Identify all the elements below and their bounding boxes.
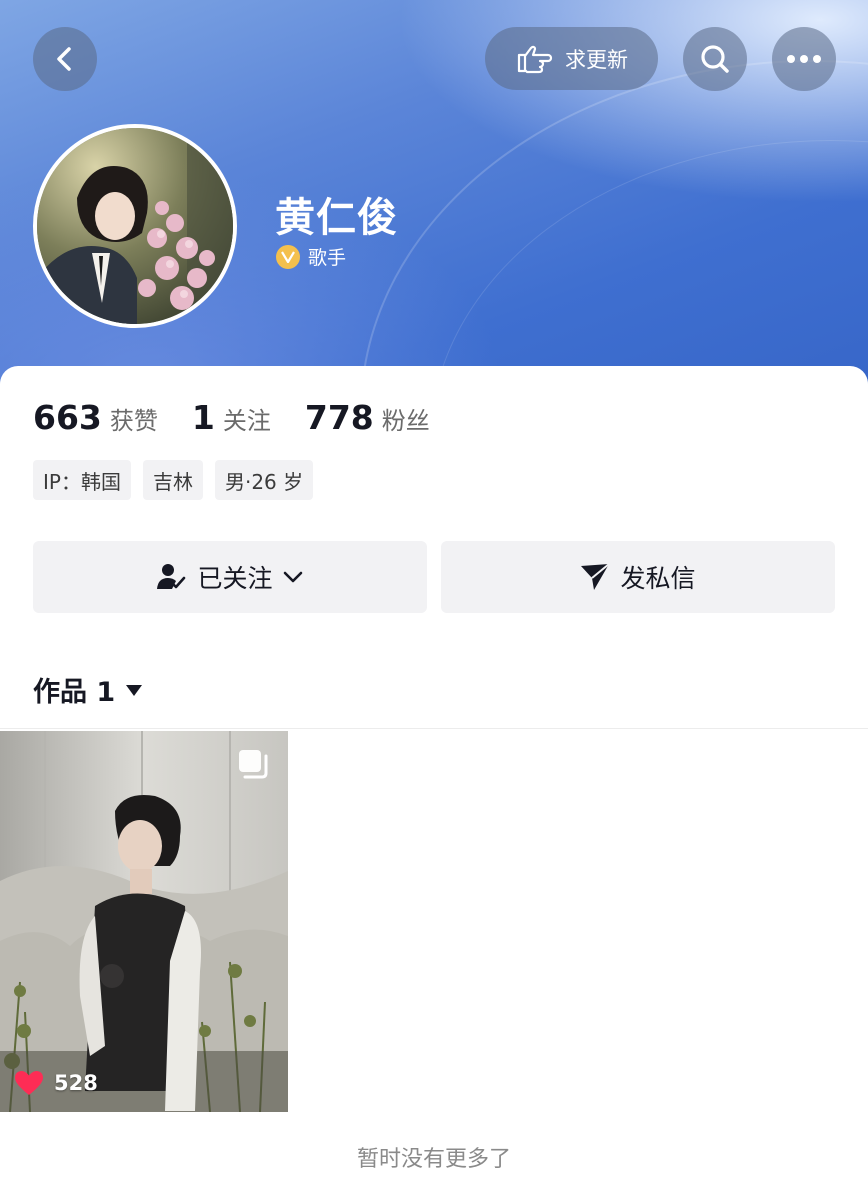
- tag-region: 吉林: [142, 460, 203, 500]
- post-photo: [0, 731, 288, 1112]
- more-dots-icon: [787, 55, 821, 63]
- profile-name: 黄仁俊: [275, 195, 398, 241]
- profile-avatar[interactable]: [33, 124, 237, 328]
- stat-followers-value: 778: [304, 398, 374, 437]
- more-button[interactable]: [772, 27, 836, 91]
- profile-role: 歌手: [276, 243, 346, 270]
- tag-ip-location: IP：韩国: [33, 460, 131, 500]
- post-thumbnail[interactable]: [0, 731, 288, 1112]
- post-likes: 528: [14, 1070, 98, 1096]
- profile-role-label: 歌手: [308, 247, 347, 269]
- works-tab[interactable]: 作品 1: [33, 670, 143, 709]
- stat-followers[interactable]: 778 粉丝: [305, 398, 430, 437]
- stat-following-value: 1: [191, 398, 215, 437]
- request-update-button[interactable]: 求更新: [485, 27, 658, 90]
- multi-image-icon: [239, 750, 268, 779]
- no-more-content: 暂时没有更多了: [356, 1147, 511, 1172]
- stat-following[interactable]: 1 关注: [192, 398, 271, 437]
- profile-stats: 663 获赞 1 关注 778 粉丝: [33, 398, 464, 437]
- chevron-down-icon: [283, 571, 302, 583]
- back-button[interactable]: [33, 27, 97, 91]
- send-icon: [581, 563, 611, 590]
- stat-likes-value: 663: [33, 398, 102, 437]
- stat-following-label: 关注: [222, 407, 271, 435]
- stat-likes[interactable]: 663 获赞: [33, 398, 158, 437]
- search-button[interactable]: [683, 27, 747, 91]
- search-icon: [701, 45, 729, 73]
- verified-v-badge-icon: [276, 244, 300, 269]
- works-tab-label: 作品 1: [33, 677, 116, 708]
- avatar-photo: [37, 128, 233, 324]
- works-divider: [0, 728, 868, 729]
- stat-likes-label: 获赞: [109, 407, 158, 435]
- request-update-label: 求更新: [565, 47, 628, 72]
- triangle-down-icon: [126, 684, 143, 696]
- send-message-label: 发私信: [620, 564, 696, 593]
- chevron-left-icon: [57, 47, 71, 71]
- send-message-button[interactable]: 发私信: [441, 541, 835, 613]
- profile-tags: IP：韩国 吉林 男·26 岁: [33, 460, 314, 500]
- pointing-hand-icon: [517, 45, 553, 73]
- tag-gender-age: 男·26 岁: [214, 460, 314, 500]
- user-check-icon: [157, 564, 186, 589]
- stat-followers-label: 粉丝: [381, 407, 430, 435]
- post-likes-count: 528: [54, 1071, 98, 1095]
- followed-label: 已关注: [197, 564, 273, 593]
- heart-icon: [15, 1071, 43, 1095]
- followed-button[interactable]: 已关注: [33, 541, 427, 613]
